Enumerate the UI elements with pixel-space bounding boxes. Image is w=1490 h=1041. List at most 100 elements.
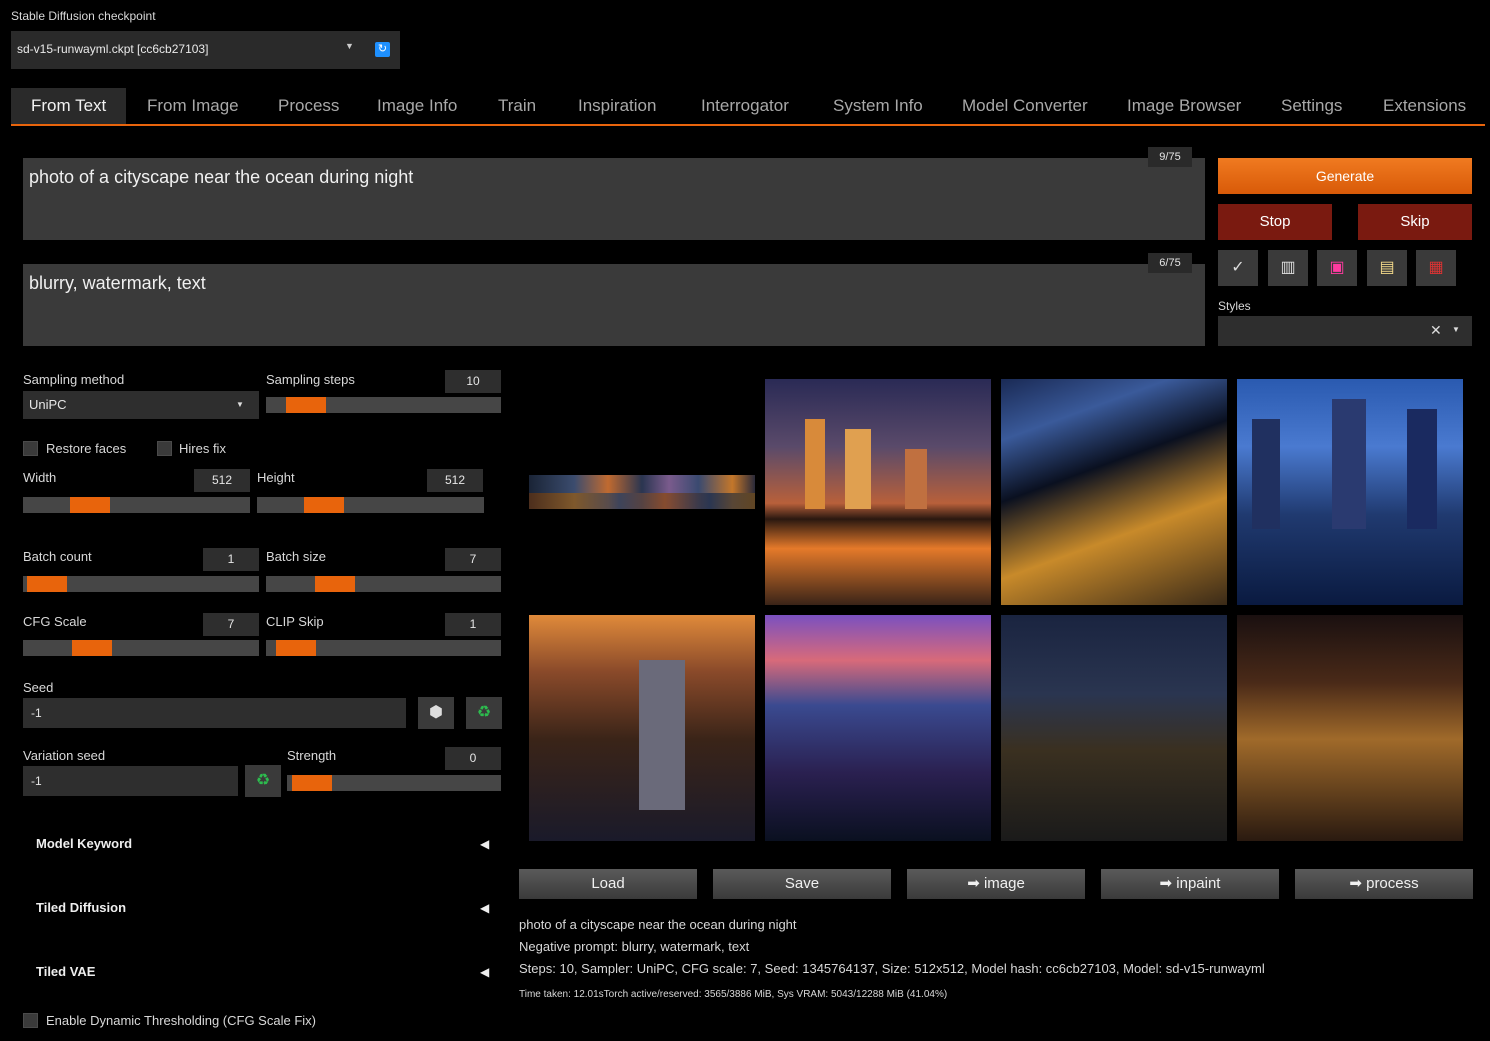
send-to-image-button[interactable]: ➡ image [907, 869, 1085, 899]
save-button[interactable]: Save [713, 869, 891, 899]
tab-image-info[interactable]: Image Info [377, 88, 457, 124]
sampling-steps-slider[interactable] [266, 397, 501, 413]
width-slider[interactable] [23, 497, 250, 513]
dynamic-thresholding-label: Enable Dynamic Thresholding (CFG Scale F… [46, 1013, 316, 1028]
tab-interrogator[interactable]: Interrogator [701, 88, 789, 124]
styles-label: Styles [1218, 299, 1251, 313]
load-button[interactable]: Load [519, 869, 697, 899]
pencil-icon[interactable]: ✓ [1218, 250, 1258, 286]
image-icon[interactable]: ▣ [1317, 250, 1357, 286]
clip-skip-input[interactable]: 1 [445, 613, 501, 636]
slider-fill [286, 397, 326, 413]
tab-settings[interactable]: Settings [1281, 88, 1342, 124]
recycle-icon[interactable]: ♻ [245, 765, 281, 797]
stop-button[interactable]: Stop [1218, 204, 1332, 240]
styles-select[interactable]: ✕ ▼ [1218, 316, 1472, 346]
building-shape [639, 660, 685, 810]
slider-fill [72, 640, 112, 656]
checkpoint-select[interactable]: sd-v15-runwayml.ckpt [cc6cb27103] ▼ ↻ [11, 31, 400, 69]
send-to-process-button[interactable]: ➡ process [1295, 869, 1473, 899]
skip-button[interactable]: Skip [1358, 204, 1472, 240]
send-to-inpaint-button[interactable]: ➡ inpaint [1101, 869, 1279, 899]
restore-faces-label: Restore faces [46, 441, 127, 456]
clipboard-icon[interactable]: ▤ [1367, 250, 1407, 286]
dynamic-thresholding-checkbox[interactable] [23, 1013, 38, 1028]
strength-slider[interactable] [287, 775, 501, 791]
negative-prompt-textarea[interactable]: blurry, watermark, text [23, 264, 1205, 346]
tab-process[interactable]: Process [278, 88, 339, 124]
clip-skip-slider[interactable] [266, 640, 501, 656]
slider-fill [292, 775, 332, 791]
dice-icon[interactable]: ⬢ [418, 697, 454, 729]
sampling-method-value: UniPC [29, 397, 67, 412]
seed-input[interactable]: -1 [23, 698, 406, 728]
sampling-method-label: Sampling method [23, 372, 125, 387]
gallery-image-6[interactable] [1001, 615, 1227, 841]
refresh-icon[interactable]: ↻ [375, 42, 390, 57]
tab-from-image[interactable]: From Image [147, 88, 239, 124]
height-input[interactable]: 512 [427, 469, 483, 492]
variation-seed-label: Variation seed [23, 748, 106, 763]
negative-prompt-text: blurry, watermark, text [29, 273, 206, 293]
collapse-triangle-icon[interactable]: ◀ [480, 901, 489, 915]
gallery-image-7[interactable] [1237, 615, 1463, 841]
clip-skip-label: CLIP Skip [266, 614, 324, 629]
output-prompt: photo of a cityscape near the ocean duri… [519, 917, 797, 932]
tab-train[interactable]: Train [498, 88, 536, 124]
gallery-image-1[interactable] [765, 379, 991, 605]
model-keyword-accordion[interactable]: Model Keyword [36, 836, 132, 851]
cfg-scale-input[interactable]: 7 [203, 613, 259, 636]
batch-size-slider[interactable] [266, 576, 501, 592]
slider-fill [304, 497, 344, 513]
batch-size-input[interactable]: 7 [445, 548, 501, 571]
collapse-triangle-icon[interactable]: ◀ [480, 837, 489, 851]
restore-faces-checkbox[interactable] [23, 441, 38, 456]
gallery-image-5[interactable] [765, 615, 991, 841]
checkpoint-value: sd-v15-runwayml.ckpt [cc6cb27103] [17, 42, 209, 56]
seed-label: Seed [23, 680, 54, 695]
tab-image-browser[interactable]: Image Browser [1127, 88, 1241, 124]
tiled-vae-accordion[interactable]: Tiled VAE [36, 964, 95, 979]
variation-seed-input[interactable]: -1 [23, 766, 238, 796]
gallery-image-4[interactable] [529, 615, 755, 841]
tab-model-converter[interactable]: Model Converter [962, 88, 1088, 124]
trash-icon[interactable]: ▥ [1268, 250, 1308, 286]
sampling-steps-input[interactable]: 10 [445, 370, 501, 393]
width-input[interactable]: 512 [194, 469, 250, 492]
grid-preview-image[interactable] [529, 475, 755, 509]
hires-fix-checkbox[interactable] [157, 441, 172, 456]
variation-seed-value: -1 [31, 774, 42, 788]
cfg-scale-slider[interactable] [23, 640, 259, 656]
batch-count-input[interactable]: 1 [203, 548, 259, 571]
output-params: Steps: 10, Sampler: UniPC, CFG scale: 7,… [519, 961, 1265, 976]
prompt-textarea[interactable]: photo of a cityscape near the ocean duri… [23, 158, 1205, 240]
gallery-image-2[interactable] [1001, 379, 1227, 605]
chevron-down-icon: ▼ [345, 41, 354, 51]
slider-fill [276, 640, 316, 656]
strength-label: Strength [287, 748, 337, 763]
recycle-icon[interactable]: ♻ [466, 697, 502, 729]
tab-from-text[interactable]: From Text [11, 88, 127, 124]
building-shape [1252, 419, 1280, 529]
height-slider[interactable] [257, 497, 484, 513]
sampling-method-select[interactable]: UniPC ▼ [23, 391, 259, 419]
gallery-image-3[interactable] [1237, 379, 1463, 605]
building-shape [905, 449, 927, 509]
checkpoint-label: Stable Diffusion checkpoint [11, 9, 156, 23]
tiled-diffusion-accordion[interactable]: Tiled Diffusion [36, 900, 126, 915]
tab-inspiration[interactable]: Inspiration [578, 88, 656, 124]
chevron-down-icon: ▼ [1452, 325, 1460, 334]
slider-fill [27, 576, 67, 592]
batch-count-slider[interactable] [23, 576, 259, 592]
tab-underline [11, 124, 1485, 126]
sampling-steps-label: Sampling steps [266, 372, 355, 387]
grid-preview-reflection [529, 493, 755, 509]
tab-extensions[interactable]: Extensions [1383, 88, 1466, 124]
generate-button[interactable]: Generate [1218, 158, 1472, 194]
save-icon[interactable]: ▦ [1416, 250, 1456, 286]
strength-input[interactable]: 0 [445, 747, 501, 770]
slider-fill [70, 497, 110, 513]
clear-icon[interactable]: ✕ [1430, 322, 1442, 339]
tab-system-info[interactable]: System Info [833, 88, 923, 124]
collapse-triangle-icon[interactable]: ◀ [480, 965, 489, 979]
